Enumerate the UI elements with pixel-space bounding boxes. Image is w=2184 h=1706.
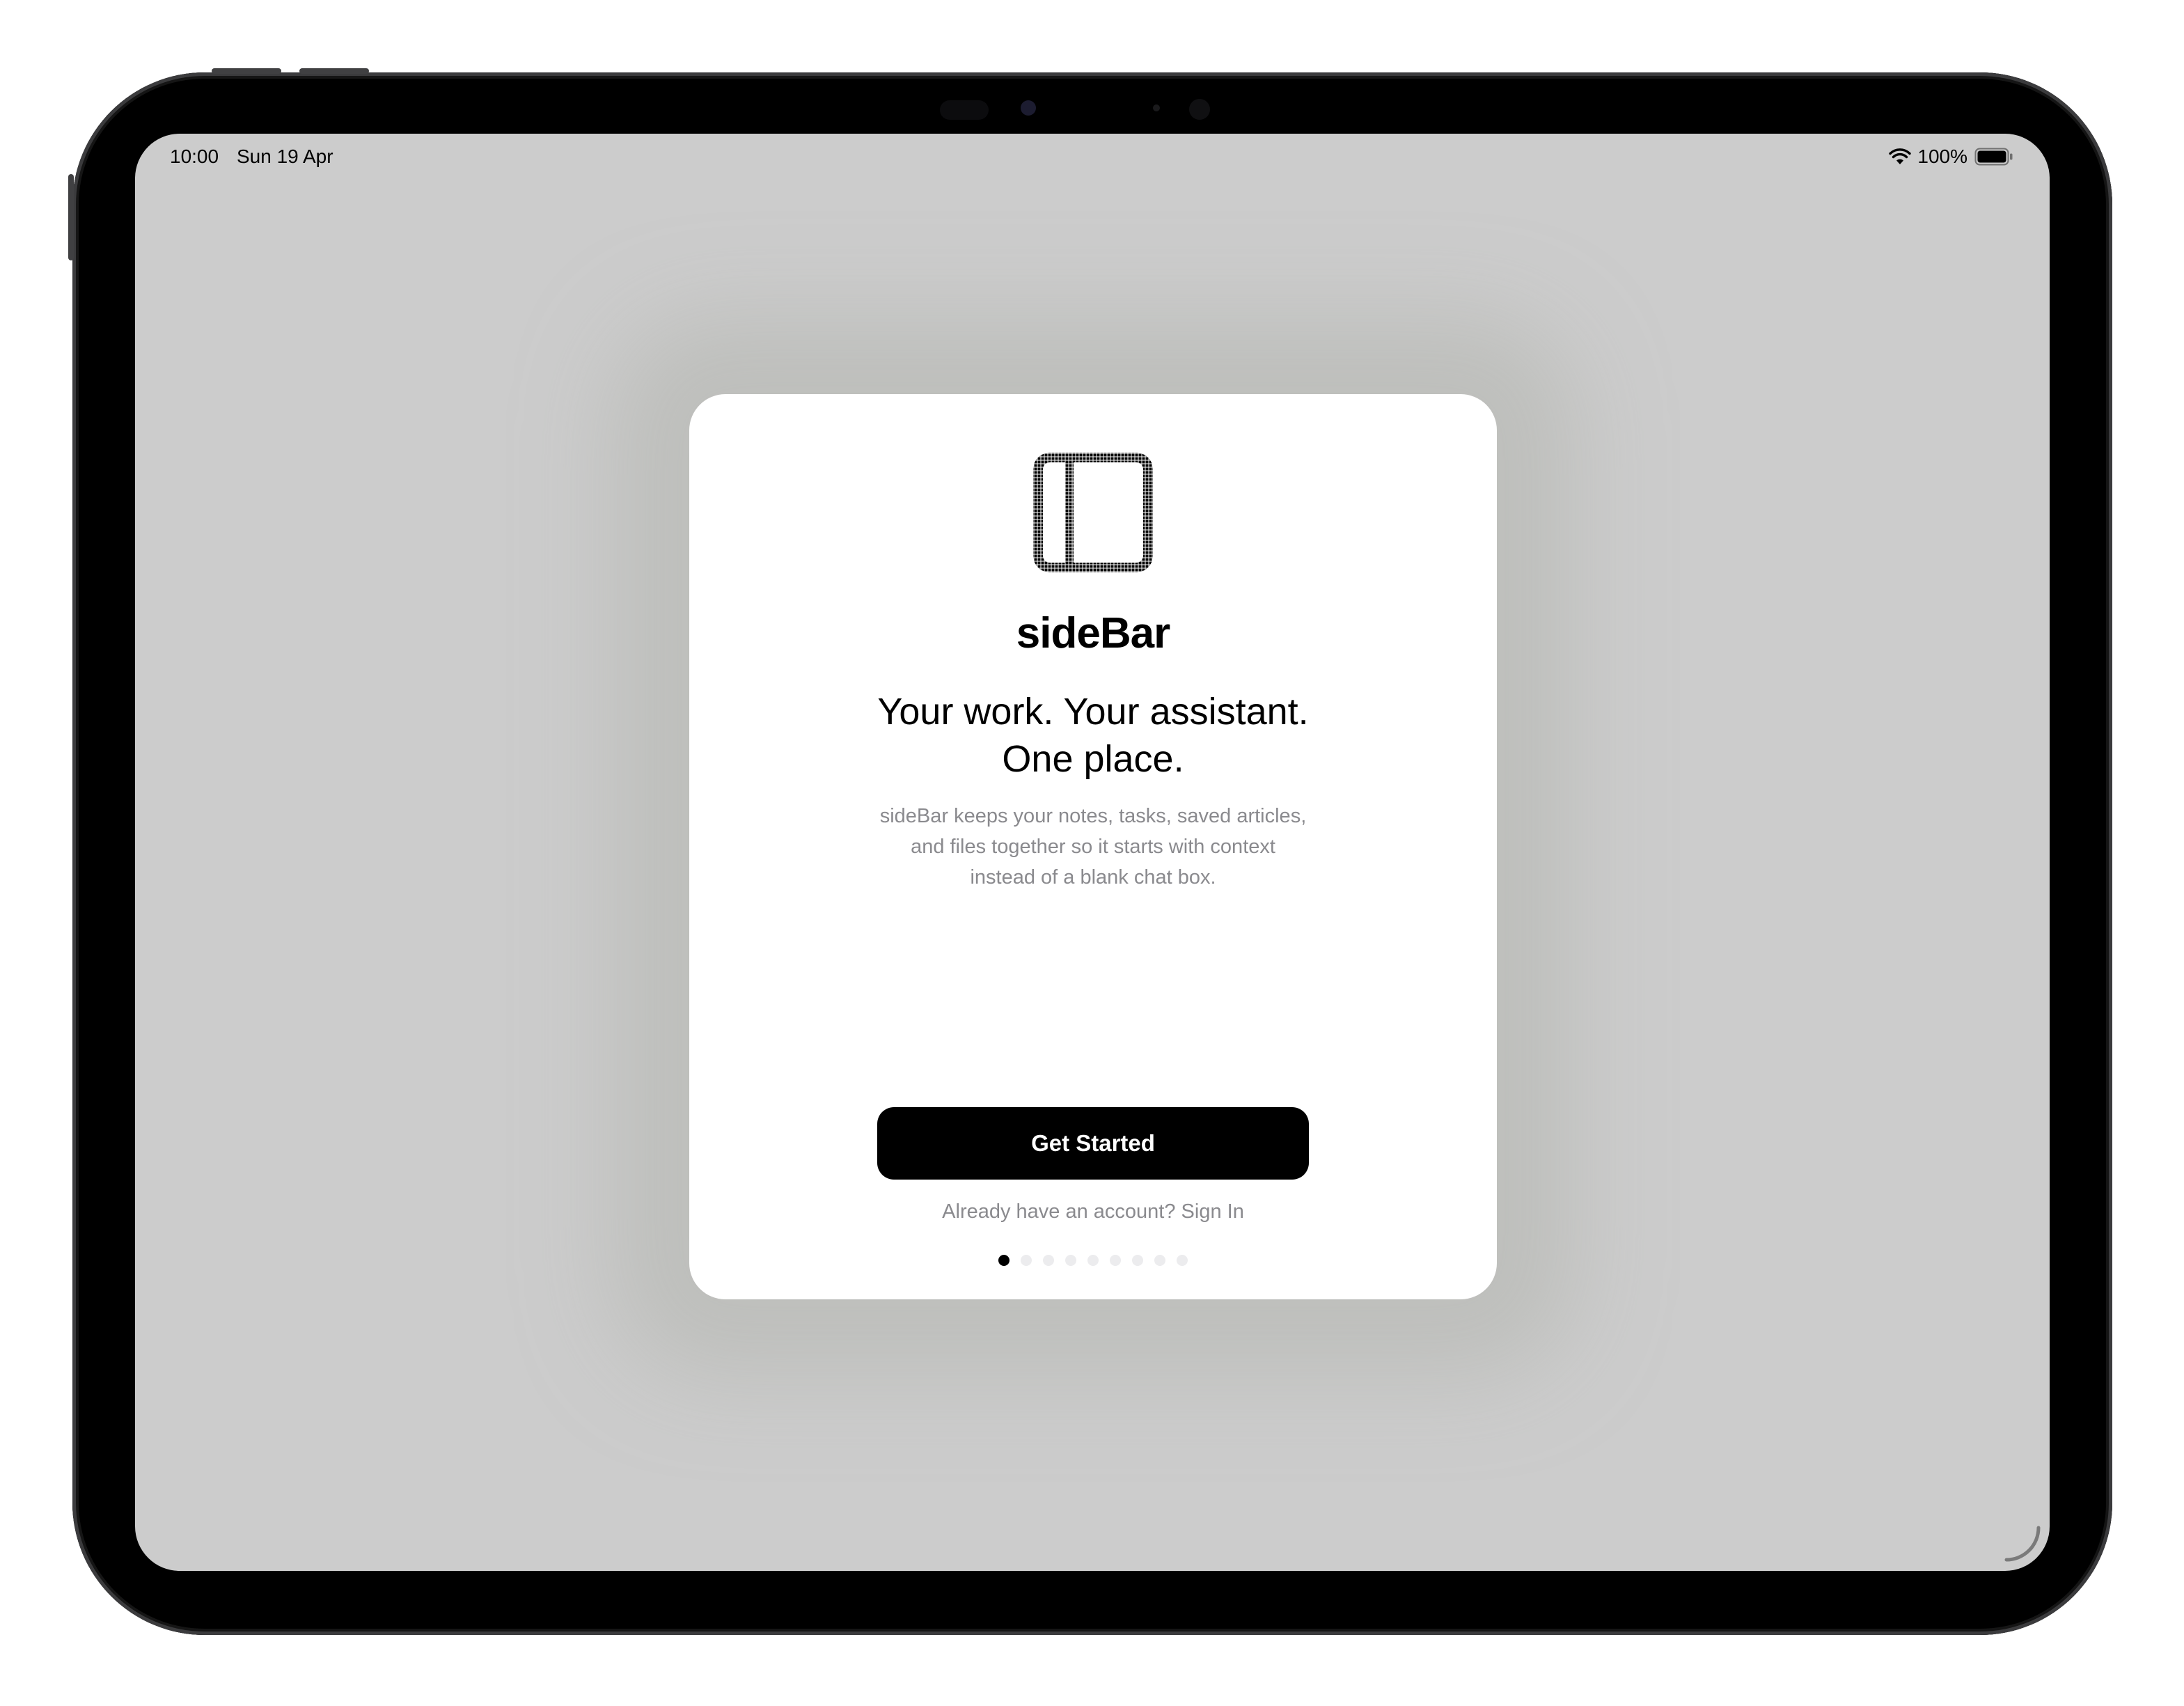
get-started-button[interactable]: Get Started — [877, 1107, 1309, 1180]
page-dot[interactable] — [1021, 1255, 1032, 1266]
onboarding-card: sideBar Your work. Your assistant. One p… — [689, 394, 1497, 1299]
sign-in-link[interactable]: Already have an account? Sign In — [689, 1200, 1497, 1223]
page-dot[interactable] — [1154, 1255, 1165, 1266]
camera-sensor-dot — [1153, 104, 1160, 111]
page-dot[interactable] — [1132, 1255, 1143, 1266]
screen: 10:00 Sun 19 Apr 100% sideBar Your work.… — [135, 134, 2050, 1571]
tagline: Your work. Your assistant. One place. — [689, 688, 1497, 783]
tagline-line-1: Your work. Your assistant. — [877, 691, 1309, 733]
page-indicator[interactable] — [689, 1255, 1497, 1266]
page-dot[interactable] — [1087, 1255, 1099, 1266]
camera-sensor-right — [1189, 99, 1210, 120]
status-right-group: 100% — [1888, 146, 2013, 168]
top-button-1 — [212, 68, 281, 74]
status-bar: 10:00 Sun 19 Apr 100% — [135, 134, 2050, 182]
status-time: 10:00 — [170, 146, 219, 167]
sidebar-panel-icon — [1030, 450, 1156, 575]
wifi-icon — [1889, 148, 1912, 164]
tagline-line-2: One place. — [1002, 738, 1184, 780]
page-dot[interactable] — [998, 1255, 1009, 1266]
status-date: Sun 19 Apr — [237, 146, 333, 167]
camera-sensor-left — [940, 100, 989, 120]
top-button-2 — [299, 68, 369, 74]
app-name: sideBar — [1016, 609, 1170, 657]
page-dot[interactable] — [1110, 1255, 1121, 1266]
page-dot[interactable] — [1065, 1255, 1076, 1266]
page-dot[interactable] — [1043, 1255, 1054, 1266]
resize-corner-indicator — [2004, 1526, 2041, 1562]
front-camera — [1021, 100, 1036, 116]
page-dot[interactable] — [1177, 1255, 1188, 1266]
description: sideBar keeps your notes, tasks, saved a… — [879, 805, 1307, 889]
side-button — [68, 174, 74, 260]
battery-full-icon — [1974, 148, 2013, 166]
battery-percent: 100% — [1917, 146, 1967, 167]
